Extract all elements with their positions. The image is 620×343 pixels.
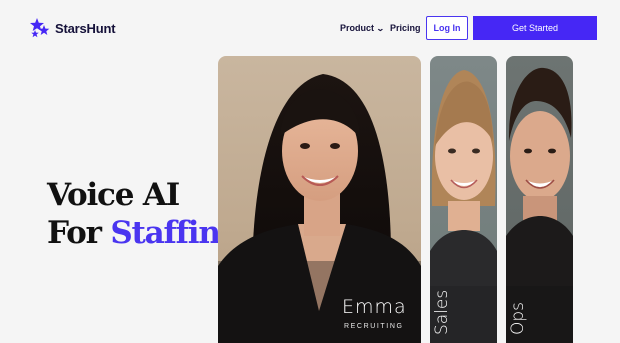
persona-role: RECRUITING [344, 323, 404, 330]
top-nav: StarsHunt Product ⌄ Pricing Log In Get S… [0, 0, 620, 56]
ops-portrait [506, 67, 573, 343]
get-started-button[interactable]: Get Started [473, 16, 597, 40]
login-button[interactable]: Log In [426, 16, 468, 40]
stars-icon [30, 18, 50, 38]
nav-pricing-label: Pricing [390, 23, 421, 33]
persona-label-sales: Sales [432, 289, 452, 335]
chevron-down-icon: ⌄ [376, 23, 385, 33]
persona-card-sales[interactable]: Sales [430, 56, 497, 343]
persona-label-ops: Ops [508, 301, 528, 335]
persona-name: Emma [342, 296, 407, 318]
persona-card-emma[interactable]: Emma RECRUITING [218, 56, 421, 343]
hero-title-line2-prefix: For [47, 215, 111, 251]
hero-title-line1: Voice AI [47, 177, 180, 213]
nav-product-menu[interactable]: Product ⌄ [340, 23, 385, 33]
nav-product-label: Product [340, 23, 375, 33]
persona-card-ops[interactable]: Ops [506, 56, 573, 343]
nav-pricing-link[interactable]: Pricing [390, 23, 421, 33]
brand-name: StarsHunt [55, 20, 116, 36]
brand-logo[interactable]: StarsHunt [30, 18, 116, 38]
